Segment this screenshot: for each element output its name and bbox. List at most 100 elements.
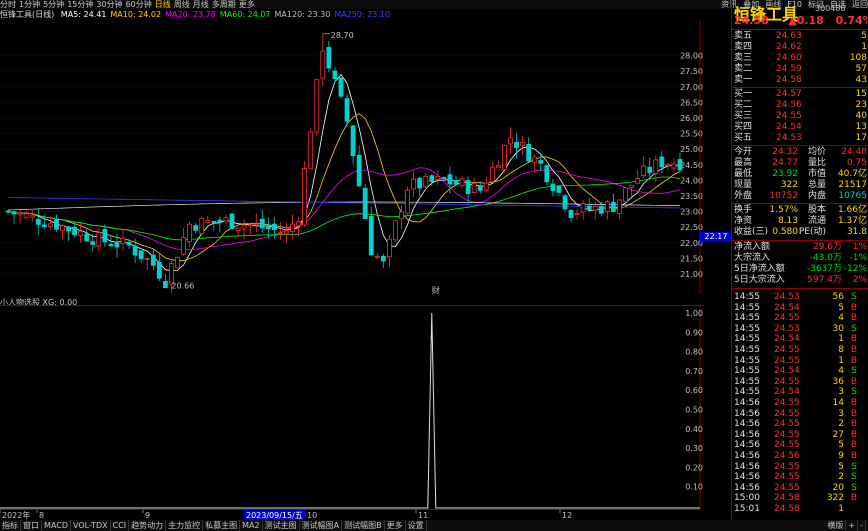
bid-label: 买三: [734, 111, 753, 121]
candle: [586, 205, 592, 210]
candle: [489, 166, 495, 183]
indicator-tab-8[interactable]: MA2: [240, 520, 263, 531]
period-tab-5[interactable]: 60分钟: [126, 0, 152, 9]
indicator-tab-6[interactable]: 主力监控: [166, 520, 204, 531]
ask-row: 卖一 24.58 43: [734, 75, 868, 86]
stat-label: 股本: [807, 205, 826, 215]
stat-label: 外盘: [734, 191, 753, 201]
indicator-tab-9[interactable]: 测试主图: [263, 520, 300, 531]
period-tab-10[interactable]: 更多: [239, 0, 255, 9]
candle: [235, 227, 241, 231]
period-tab-4[interactable]: 30分钟: [96, 0, 122, 9]
bid-row: 买三 24.55 40: [734, 111, 868, 122]
tick-volume: 30: [832, 323, 844, 334]
period-tab-6[interactable]: 日线: [155, 0, 171, 9]
candle: [181, 237, 186, 255]
tick-time: 14:55: [734, 345, 760, 355]
candle: [671, 163, 677, 169]
indicator-tick: 0.90: [685, 328, 703, 337]
candle: [641, 165, 647, 176]
tick-direction: B: [850, 355, 858, 366]
indicator-tick: 0.60: [685, 386, 703, 395]
indicator-tab-12[interactable]: 更多: [385, 520, 406, 531]
candle: [156, 262, 162, 279]
ask-label: 卖二: [734, 64, 753, 74]
ma-line-5: [7, 74, 681, 272]
candle: [544, 165, 550, 183]
price-change-pct: 0.74%: [835, 14, 868, 27]
tick-row: 14:55 24.55 1 B: [734, 356, 868, 367]
period-tab-1[interactable]: 1分钟: [19, 0, 40, 9]
period-tab-0[interactable]: 分时: [0, 0, 16, 9]
candle: [604, 201, 610, 212]
bottom-right-item-2[interactable]: -: [858, 520, 866, 531]
date-tick: 11: [418, 511, 428, 520]
indicator-tab-4[interactable]: CCI: [111, 520, 130, 531]
candle: [247, 224, 253, 227]
tick-price: 24.53: [774, 292, 800, 302]
stat-label: 流通: [807, 216, 826, 226]
tick-time: 14:55: [734, 355, 760, 366]
kline-chart[interactable]: 28.0027.5027.0026.5026.0025.5025.0024.50…: [0, 20, 704, 294]
candle: [320, 50, 326, 79]
tick-volume: 27: [832, 429, 844, 440]
tick-price: 24.55: [774, 376, 800, 387]
date-axis: 2022年 8 9 10 11 12 2023/09/15/五: [0, 510, 572, 520]
indicator-tab-3[interactable]: VOL-TDX: [71, 520, 111, 531]
candle: [278, 232, 283, 235]
ask-volume: 43: [855, 75, 867, 85]
ma-legend: 恒锋工具(日线) MA5: 24.41 MA10: 24.02 MA20: 23.7…: [0, 10, 394, 20]
indicator-tab-7[interactable]: 私募主图: [203, 520, 241, 531]
tick-row: 14:55 24.54 5 B: [734, 303, 868, 314]
indicator-tab-5[interactable]: 趋势动力: [129, 520, 167, 531]
tick-volume: 4: [838, 313, 844, 324]
indicator-chart[interactable]: 1.00 0.90 0.80 0.70 0.60 0.50 0.40 0.30 0.20 0.10: [0, 305, 704, 510]
bottom-right-controls: 横版 + -: [825, 520, 866, 531]
tick-volume: 2: [838, 472, 844, 483]
indicator-tab-2[interactable]: MACD: [42, 520, 71, 531]
period-tab-7[interactable]: 周线: [174, 0, 190, 9]
indicator-tab-0[interactable]: 指标: [0, 520, 21, 531]
tick-direction: B: [850, 429, 858, 440]
candle: [308, 131, 314, 169]
bottom-right-item-0[interactable]: 横版: [825, 520, 847, 531]
candle: [411, 178, 417, 190]
indicator-tab-11[interactable]: 测试幅图B: [342, 520, 385, 531]
tick-price: 24.54: [774, 302, 800, 313]
candle: [659, 156, 665, 168]
candle: [114, 242, 120, 248]
tick-price: 24.54: [774, 387, 800, 398]
stat-value: 10752: [769, 191, 798, 201]
candle: [374, 255, 380, 258]
tick-price: 24.55: [774, 440, 800, 451]
tick-row: 14:56 24.55 2 B: [734, 419, 868, 430]
ma-item-1: MA10: 24.02: [110, 10, 162, 19]
candle: [193, 225, 199, 231]
flow-pct: 1%: [852, 242, 867, 252]
tick-direction: S: [851, 472, 857, 483]
period-tab-8[interactable]: 月线: [193, 0, 209, 9]
flow-label: 5日大宗流入: [734, 275, 785, 285]
stat-label: 最低: [734, 169, 753, 179]
finance-marker[interactable]: 财: [432, 285, 440, 294]
tick-time: 14:55: [734, 366, 760, 377]
period-tab-2[interactable]: 5分钟: [43, 0, 64, 9]
stat-value: 0.75: [846, 158, 867, 168]
tick-volume: 5: [838, 440, 844, 451]
indicator-tab-10[interactable]: 测试幅图A: [300, 520, 343, 531]
period-tab-3[interactable]: 15分钟: [67, 0, 93, 9]
bid-volume: 17: [855, 133, 867, 143]
bid-label: 买一: [734, 89, 753, 99]
candle: [60, 225, 65, 232]
period-tab-9[interactable]: 多周期: [212, 0, 236, 9]
flow-value: 29.6万: [812, 242, 842, 252]
tick-row: 14:56 24.56 9 B: [734, 451, 868, 462]
ask-volume: 57: [855, 64, 867, 74]
candle: [465, 180, 471, 195]
candle: [532, 156, 538, 163]
candle: [271, 223, 277, 230]
indicator-tab-1[interactable]: 窗口: [21, 520, 42, 531]
bottom-right-item-1[interactable]: +: [846, 520, 859, 531]
candle: [284, 230, 289, 235]
indicator-tab-13[interactable]: 设置: [406, 520, 427, 531]
